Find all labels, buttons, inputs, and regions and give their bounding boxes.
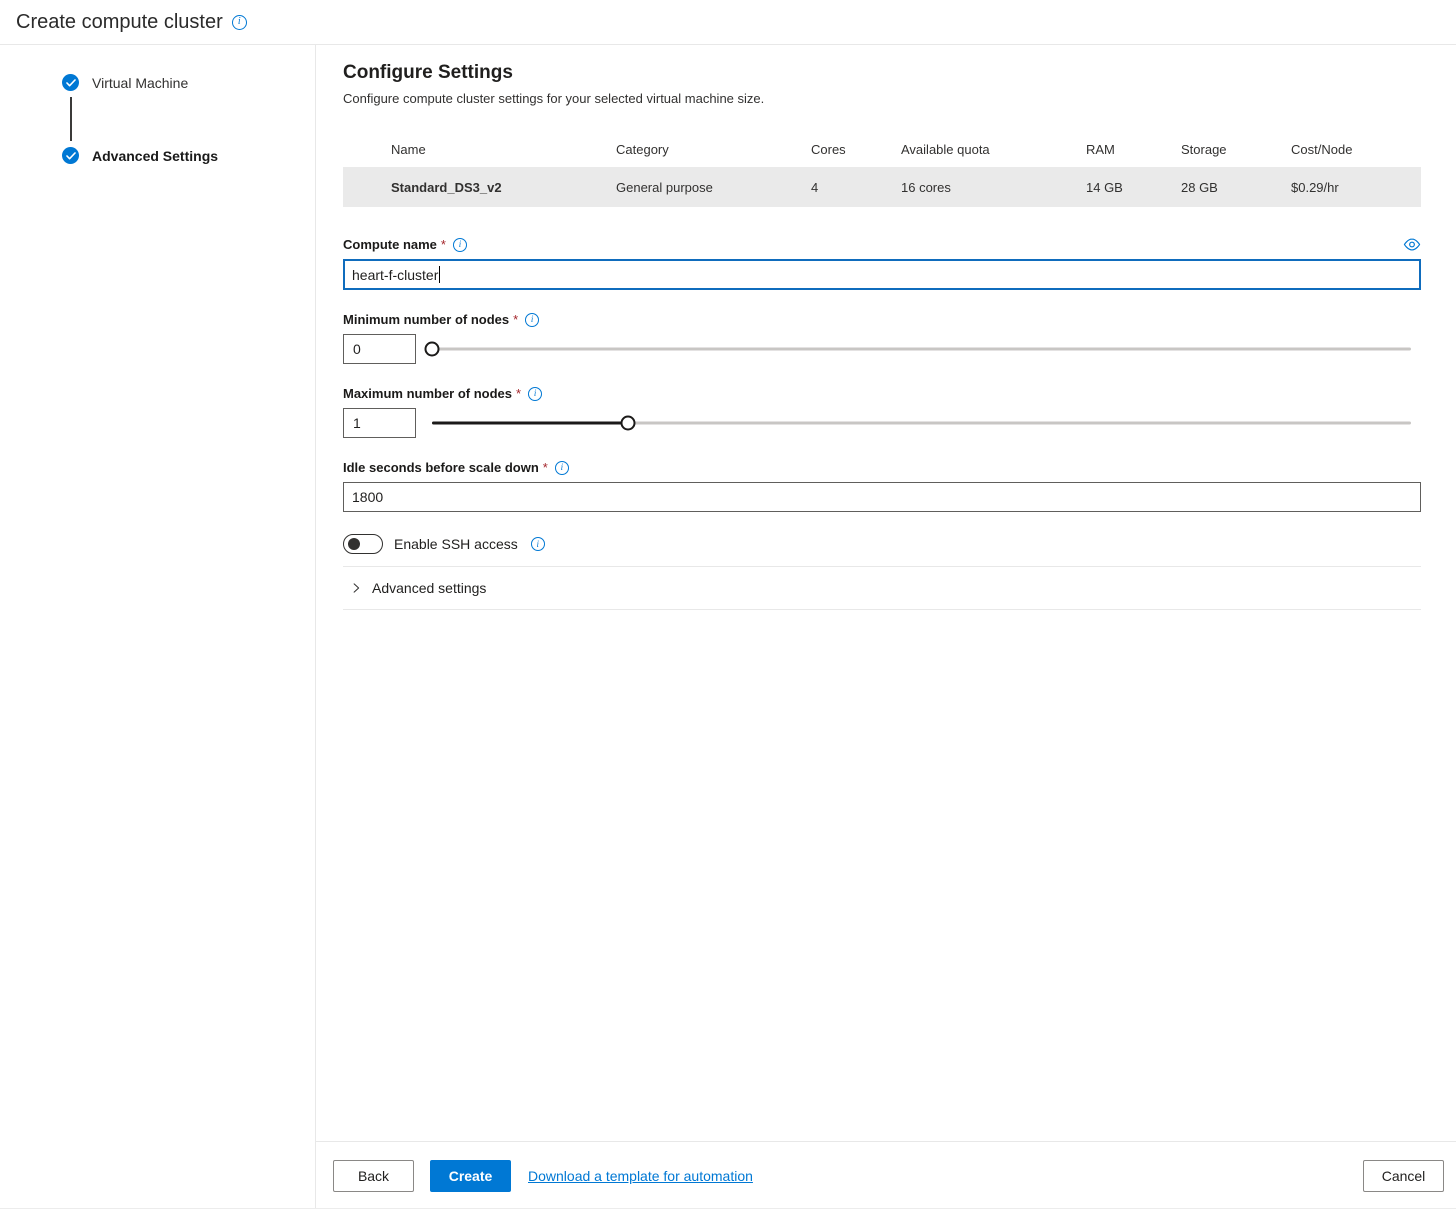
step-complete-check-icon — [62, 147, 79, 164]
vm-category-cell: General purpose — [616, 167, 811, 207]
col-header-available-quota: Available quota — [901, 132, 1086, 167]
eye-icon[interactable] — [1403, 238, 1421, 251]
page-title: Create compute cluster — [16, 11, 223, 34]
create-compute-cluster-page: Create compute cluster i Virtual Machine… — [0, 0, 1456, 1209]
required-mark: * — [516, 386, 521, 401]
divider — [343, 609, 1421, 610]
vm-cores-cell: 4 — [811, 167, 901, 207]
max-nodes-input[interactable] — [343, 408, 416, 438]
ssh-info-icon[interactable]: i — [531, 537, 545, 551]
vm-ram-cell: 14 GB — [1086, 167, 1181, 207]
ssh-toggle-row: Enable SSH access i — [343, 534, 1421, 554]
vm-name-cell: Standard_DS3_v2 — [343, 167, 616, 207]
max-nodes-label: Maximum number of nodes — [343, 386, 512, 401]
advanced-settings-label: Advanced settings — [372, 580, 486, 596]
compute-name-value: heart-f-cluster — [352, 267, 438, 283]
vm-table-selected-row[interactable]: Standard_DS3_v2 General purpose 4 16 cor… — [343, 167, 1421, 207]
max-nodes-field: Maximum number of nodes * i — [343, 386, 1421, 438]
step-label: Advanced Settings — [92, 148, 218, 164]
download-template-link[interactable]: Download a template for automation — [528, 1168, 753, 1184]
min-nodes-slider-handle[interactable] — [425, 342, 440, 357]
max-nodes-info-icon[interactable]: i — [528, 387, 542, 401]
step-label: Virtual Machine — [92, 75, 188, 91]
col-header-cores: Cores — [811, 132, 901, 167]
idle-seconds-field: Idle seconds before scale down * i — [343, 460, 1421, 512]
wizard-sidebar: Virtual Machine Advanced Settings — [0, 45, 316, 1209]
col-header-ram: RAM — [1086, 132, 1181, 167]
min-nodes-info-icon[interactable]: i — [525, 313, 539, 327]
advanced-settings-expander[interactable]: Advanced settings — [343, 567, 1421, 609]
col-header-storage: Storage — [1181, 132, 1291, 167]
idle-seconds-label: Idle seconds before scale down — [343, 460, 539, 475]
vm-table-header-row: Name Category Cores Available quota RAM … — [343, 132, 1421, 167]
ssh-toggle-label: Enable SSH access — [394, 536, 518, 552]
vm-storage-cell: 28 GB — [1181, 167, 1291, 207]
compute-name-label: Compute name — [343, 237, 437, 252]
compute-name-input[interactable]: heart-f-cluster — [343, 259, 1421, 290]
idle-seconds-input[interactable] — [343, 482, 1421, 512]
required-mark: * — [543, 460, 548, 475]
col-header-name: Name — [343, 132, 616, 167]
create-button[interactable]: Create — [430, 1160, 511, 1192]
slider-fill — [432, 422, 628, 425]
ssh-toggle[interactable] — [343, 534, 383, 554]
text-cursor — [439, 266, 440, 283]
vm-size-table: Name Category Cores Available quota RAM … — [343, 132, 1421, 207]
required-mark: * — [513, 312, 518, 327]
min-nodes-field: Minimum number of nodes * i — [343, 312, 1421, 364]
section-title: Configure Settings — [343, 62, 1421, 84]
compute-name-info-icon[interactable]: i — [453, 238, 467, 252]
min-nodes-input[interactable] — [343, 334, 416, 364]
ssh-toggle-knob — [348, 538, 360, 550]
cancel-button[interactable]: Cancel — [1363, 1160, 1444, 1192]
min-nodes-label: Minimum number of nodes — [343, 312, 509, 327]
vm-quota-cell: 16 cores — [901, 167, 1086, 207]
main-panel: Configure Settings Configure compute clu… — [316, 45, 1456, 1209]
page-title-info-icon[interactable]: i — [232, 15, 247, 30]
max-nodes-slider[interactable] — [432, 408, 1411, 438]
idle-seconds-info-icon[interactable]: i — [555, 461, 569, 475]
step-connector — [70, 97, 72, 141]
col-header-cost-node: Cost/Node — [1291, 132, 1421, 167]
step-virtual-machine[interactable]: Virtual Machine — [62, 74, 315, 91]
step-complete-check-icon — [62, 74, 79, 91]
slider-track — [432, 348, 1411, 351]
col-header-category: Category — [616, 132, 811, 167]
compute-name-field: Compute name * i heart-f-cluster — [343, 237, 1421, 290]
section-subtitle: Configure compute cluster settings for y… — [343, 91, 1421, 106]
vm-cost-cell: $0.29/hr — [1291, 167, 1421, 207]
required-mark: * — [441, 237, 446, 252]
step-advanced-settings[interactable]: Advanced Settings — [62, 147, 315, 164]
footer-action-bar: Back Create Download a template for auto… — [316, 1141, 1456, 1209]
min-nodes-slider[interactable] — [432, 334, 1411, 364]
max-nodes-slider-handle[interactable] — [620, 416, 635, 431]
chevron-right-icon — [350, 582, 362, 594]
page-header: Create compute cluster i — [0, 0, 1456, 45]
back-button[interactable]: Back — [333, 1160, 414, 1192]
